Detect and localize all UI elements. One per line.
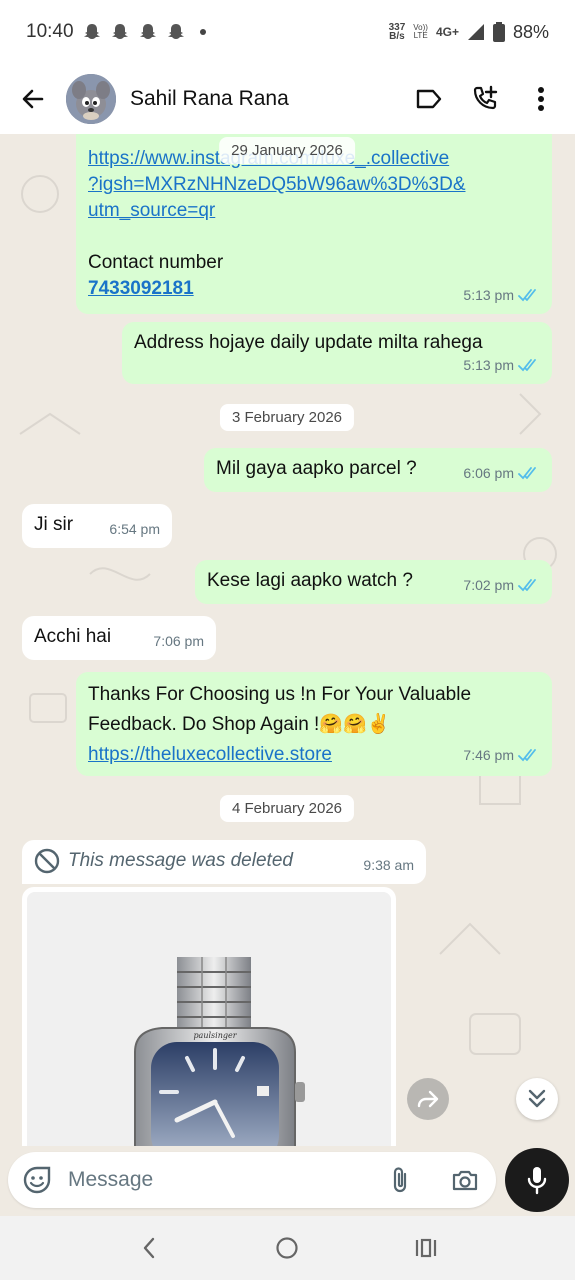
date-chip: 3 February 2026 <box>219 404 355 431</box>
attach-button[interactable] <box>386 1165 414 1195</box>
phone-plus-icon <box>473 85 498 110</box>
double-check-icon <box>518 359 536 372</box>
message-bubble-outgoing[interactable]: Thanks For Choosing us !n For Your Valua… <box>76 672 552 776</box>
message-bubble-outgoing[interactable]: Mil gaya aapko parcel ? 6:06 pm <box>204 448 552 492</box>
network-type: 4G+ <box>435 25 459 39</box>
deleted-text: This message was deleted <box>68 850 293 871</box>
snapchat-ghost-icon <box>111 24 128 39</box>
time-text: 7:02 pm <box>463 577 514 593</box>
message-bubble-incoming[interactable]: Acchi hai 7:06 pm <box>22 616 216 660</box>
deleted-icon <box>34 848 60 874</box>
double-check-icon <box>518 467 536 480</box>
voice-message-button[interactable] <box>505 1148 569 1212</box>
snapchat-ghost-icon <box>83 24 100 39</box>
more-vertical-icon <box>538 87 544 111</box>
message-time: 5:13 pm <box>463 352 540 378</box>
paperclip-icon <box>393 1167 407 1193</box>
date-chip: 4 February 2026 <box>219 795 355 822</box>
time-text: 5:13 pm <box>463 357 514 373</box>
battery-percent: 88% <box>512 21 549 42</box>
time-text: 5:13 pm <box>463 287 514 303</box>
menu-button[interactable] <box>527 85 555 113</box>
time-text: 9:38 am <box>363 857 414 873</box>
nav-home-button[interactable] <box>272 1233 302 1263</box>
deleted-row: This message was deleted <box>34 848 414 874</box>
message-time: 7:06 pm <box>153 628 204 654</box>
volte-indicator: Vo)) LTE <box>413 24 428 40</box>
double-check-icon <box>518 749 536 762</box>
chat-area[interactable]: https://www.instagram.com/luxe_.collecti… <box>0 134 575 1146</box>
time-text: 6:06 pm <box>463 465 514 481</box>
date-chip: 29 January 2026 <box>219 137 355 164</box>
mic-icon <box>527 1167 547 1195</box>
arrow-left-icon <box>22 89 44 109</box>
scroll-to-bottom-button[interactable] <box>516 1078 558 1120</box>
header-actions <box>415 85 555 113</box>
double-check-icon <box>518 289 536 302</box>
system-nav-bar <box>0 1216 575 1280</box>
message-text: Contact number <box>88 252 224 273</box>
message-time: 6:54 pm <box>109 516 160 542</box>
sticker-icon <box>23 1166 51 1194</box>
watch-photo[interactable]: paulsinger <box>27 892 391 1146</box>
back-button[interactable] <box>18 84 48 114</box>
time-text: 6:54 pm <box>109 521 160 537</box>
net-speed: 337 B/s <box>389 23 406 42</box>
chevron-left-icon <box>143 1237 155 1259</box>
message-bubble-incoming[interactable]: Ji sir 6:54 pm <box>22 504 172 548</box>
image-message[interactable]: paulsinger <box>22 887 396 1146</box>
message-bubble-incoming-deleted[interactable]: This message was deleted 9:38 am <box>22 840 426 884</box>
nav-back-button[interactable] <box>134 1233 164 1263</box>
snapchat-ghost-icon <box>139 24 156 39</box>
add-call-button[interactable] <box>471 85 499 113</box>
message-link-line[interactable]: utm_source=qr <box>88 198 540 224</box>
message-link-line[interactable]: ?igsh=MXRzNHNzeDQ5bW96aw%3D%3D& <box>88 172 540 198</box>
label-icon <box>416 89 442 109</box>
time-text: 7:06 pm <box>153 633 204 649</box>
message-input[interactable] <box>68 1168 358 1192</box>
home-circle-icon <box>276 1237 299 1259</box>
message-time: 9:38 am <box>363 852 414 878</box>
label-button[interactable] <box>415 85 443 113</box>
message-bubble-outgoing[interactable]: Address hojaye daily update milta rahega… <box>122 322 552 384</box>
status-left: 10:40 <box>26 21 206 43</box>
nav-recents-button[interactable] <box>411 1233 441 1263</box>
contact-name[interactable]: Sahil Rana Rana <box>130 87 289 111</box>
status-bar: 10:40 337 B/s Vo)) LTE 4G+ 88% <box>0 0 575 64</box>
message-text: Thanks For Choosing us !n For Your Valua… <box>88 684 472 705</box>
camera-button[interactable] <box>450 1165 480 1195</box>
status-right: 337 B/s Vo)) LTE 4G+ 88% <box>389 22 549 43</box>
double-check-icon <box>518 579 536 592</box>
status-time: 10:40 <box>26 21 74 42</box>
net-speed-unit: B/s <box>389 31 405 42</box>
message-composer <box>8 1152 496 1208</box>
snapchat-ghost-icon <box>167 24 184 39</box>
avatar-image <box>66 74 116 124</box>
message-time: 5:13 pm <box>463 282 540 308</box>
volte-bottom: LTE <box>413 31 428 40</box>
notification-dot-icon <box>199 29 206 35</box>
forward-button[interactable] <box>407 1078 449 1120</box>
emoji-sticker-button[interactable] <box>22 1165 52 1195</box>
message-text: Feedback. Do Shop Again !🤗🤗✌️ <box>88 714 391 735</box>
message-time: 7:02 pm <box>463 572 540 598</box>
signal-icon <box>467 24 484 40</box>
message-time: 7:46 pm <box>463 740 540 770</box>
camera-icon <box>452 1170 478 1191</box>
watch-brand: paulsinger <box>193 1031 237 1040</box>
avatar[interactable] <box>66 74 116 124</box>
forward-icon <box>417 1090 439 1108</box>
recents-icon <box>415 1238 436 1258</box>
battery-icon <box>492 22 505 42</box>
double-chevron-down-icon <box>528 1089 546 1108</box>
message-bubble-outgoing[interactable]: Kese lagi aapko watch ? 7:02 pm <box>195 560 552 604</box>
chat-header: Sahil Rana Rana <box>0 64 575 134</box>
watch-image: paulsinger <box>27 892 391 1146</box>
time-text: 7:46 pm <box>463 747 514 763</box>
message-time: 6:06 pm <box>463 460 540 486</box>
